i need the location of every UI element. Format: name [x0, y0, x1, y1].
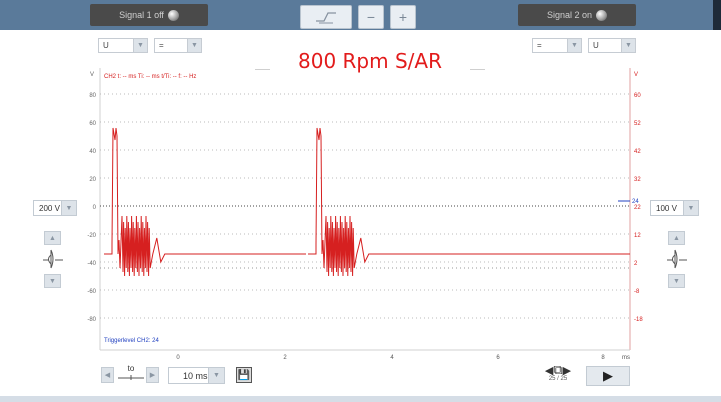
right-tick-label: 42 — [634, 149, 641, 155]
title-rule-right — [470, 69, 485, 70]
chevron-down-icon: ▼ — [208, 368, 224, 383]
right-tick-label: 2 — [634, 261, 638, 267]
right-tick-label: 60 — [634, 93, 641, 99]
trigger-marker-label: 24 — [632, 199, 639, 205]
time-origin-icon — [118, 375, 144, 380]
signal-trace — [104, 127, 630, 277]
right-axis-unit: V — [634, 72, 638, 78]
save-button[interactable]: 💾 — [236, 367, 252, 383]
page-title: 800 Rpm S/AR — [270, 46, 470, 76]
left-volts-value: 200 V — [39, 203, 60, 213]
x-tick-label: 0 — [176, 355, 180, 361]
left-offset-down-button[interactable]: ▼ — [44, 274, 61, 288]
right-volts-select[interactable]: 100 V ▼ — [650, 200, 699, 216]
right-volts-value: 100 V — [656, 203, 677, 213]
right-tick-label: -8 — [634, 289, 640, 295]
left-tick-label: -20 — [87, 233, 96, 239]
title-rule-left — [255, 69, 270, 70]
x-tick-label: 2 — [283, 355, 287, 361]
right-tick-label: -18 — [634, 317, 643, 323]
signal-trace-path — [104, 127, 630, 277]
channel-header: CH2 t: -- ms Ti: -- ms t/Ti: -- f: -- Hz — [104, 74, 196, 80]
x-tick-label: 4 — [390, 355, 394, 361]
x-axis-unit: ms — [622, 355, 630, 361]
left-tick-label: -60 — [87, 289, 96, 295]
left-tick-label: 60 — [89, 121, 96, 127]
chevron-down-icon: ▼ — [673, 277, 680, 285]
trigger-level-label: Triggerlevel CH2: 24 — [104, 338, 159, 344]
chevron-right-icon: ▶ — [149, 372, 156, 379]
x-tick-label: 6 — [496, 355, 500, 361]
right-tick-label: 52 — [634, 121, 641, 127]
floppy-disk-icon: 💾 — [237, 369, 251, 381]
timebase-select[interactable]: 10 ms ▼ — [168, 367, 225, 384]
play-button[interactable]: ▶ — [586, 366, 630, 386]
scope-grid — [99, 68, 631, 351]
left-volts-select[interactable]: 200 V ▼ — [33, 200, 77, 216]
x-tick-label: 8 — [601, 355, 605, 361]
chevron-up-icon: ▲ — [49, 234, 56, 242]
chevron-down-icon: ▼ — [683, 201, 698, 215]
axis-labels: 80 6060 5240 4220 320 22-20 12-40 2-60 -8-80 -18V… — [87, 72, 643, 361]
left-tick-label: 0 — [93, 205, 97, 211]
chevron-up-icon: ▲ — [673, 234, 680, 242]
chevron-down-icon: ▼ — [61, 201, 76, 215]
right-tick-label: 32 — [634, 177, 641, 183]
left-tick-label: -80 — [87, 317, 96, 323]
page-icon: ⧉ — [553, 362, 563, 377]
chevron-down-icon: ▼ — [49, 277, 56, 285]
time-shift-left-button[interactable]: ◀ — [101, 367, 114, 383]
time-shift-right-button[interactable]: ▶ — [146, 367, 159, 383]
right-offset-up-button[interactable]: ▲ — [668, 231, 685, 245]
right-tick-label: 12 — [634, 233, 641, 239]
right-offset-handle-icon[interactable] — [666, 247, 688, 271]
left-tick-label: 80 — [89, 93, 96, 99]
left-tick-label: 40 — [89, 149, 96, 155]
play-icon: ▶ — [603, 368, 613, 383]
timebase-value: 10 ms — [183, 370, 208, 381]
right-offset-down-button[interactable]: ▼ — [668, 274, 685, 288]
left-offset-up-button[interactable]: ▲ — [44, 231, 61, 245]
page-navigator: ◀⧉▶ 25 / 25 — [538, 362, 578, 390]
left-offset-handle-icon[interactable] — [42, 247, 64, 271]
time-origin-handle[interactable]: to — [116, 364, 146, 382]
left-tick-label: 20 — [89, 177, 96, 183]
left-axis-unit: V — [90, 72, 94, 78]
bottom-strip — [0, 396, 721, 402]
chevron-left-icon: ◀ — [104, 372, 111, 379]
left-tick-label: -40 — [87, 261, 96, 267]
right-tick-label: 22 — [634, 205, 641, 211]
time-origin-label: to — [127, 364, 135, 373]
